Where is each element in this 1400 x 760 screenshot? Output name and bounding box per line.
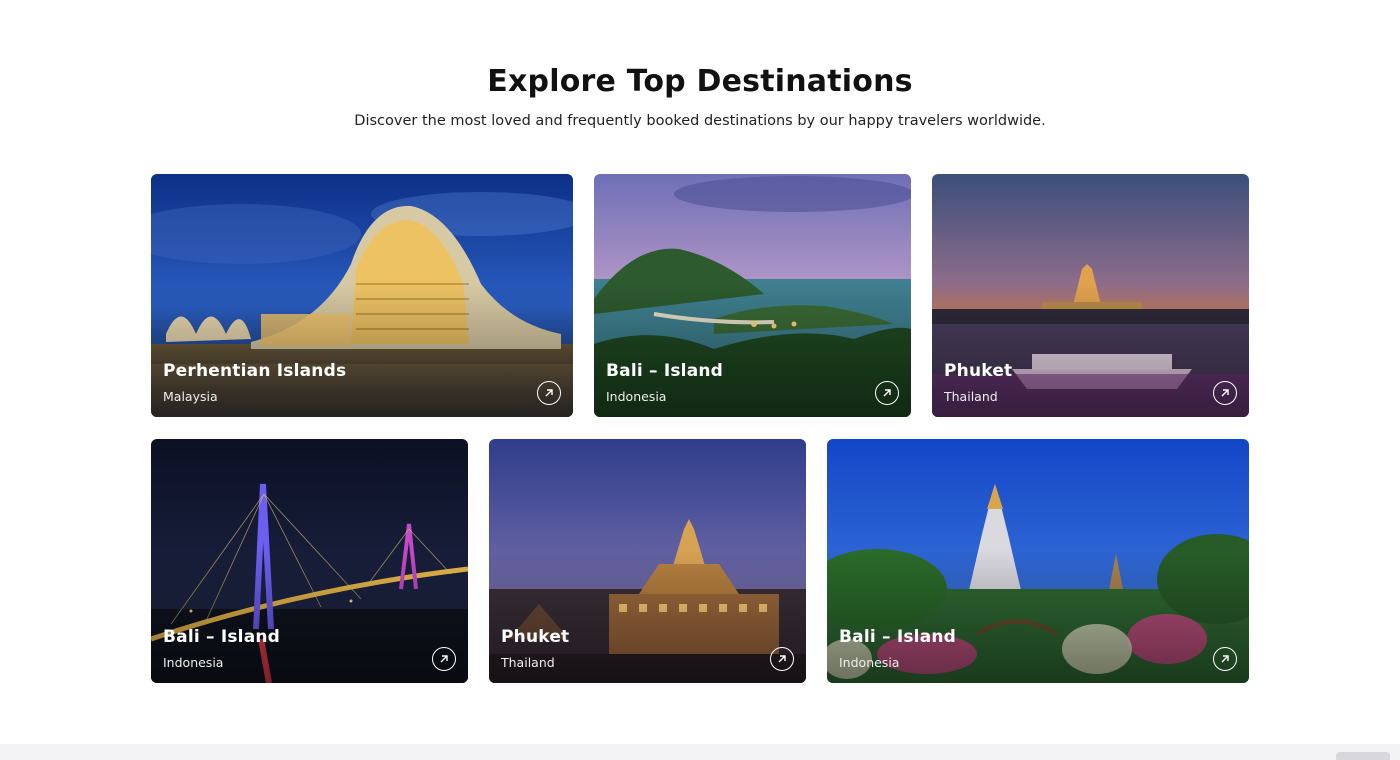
destination-card-5[interactable]: Phuket Thailand (489, 439, 806, 683)
destination-name: Bali – Island (163, 627, 281, 647)
destination-name: Phuket (501, 627, 570, 647)
destination-card-3[interactable]: Phuket Thailand (932, 174, 1249, 417)
arrow-up-right-icon[interactable] (1213, 381, 1237, 405)
destination-card-1[interactable]: Perhentian Islands Malaysia (151, 174, 573, 417)
destination-country: Indonesia (606, 389, 667, 404)
arrow-up-right-icon[interactable] (432, 647, 456, 671)
destination-card-6[interactable]: Bali – Island Indonesia (827, 439, 1249, 683)
destination-card-4[interactable]: Bali – Island Indonesia (151, 439, 468, 683)
section-title: Explore Top Destinations (487, 64, 913, 99)
destination-country: Indonesia (163, 655, 224, 670)
destination-card-2[interactable]: Bali – Island Indonesia (594, 174, 911, 417)
arrow-up-right-icon[interactable] (770, 647, 794, 671)
arrow-up-right-icon[interactable] (537, 381, 561, 405)
destination-name: Perhentian Islands (163, 361, 347, 381)
arrow-up-right-icon[interactable] (875, 381, 899, 405)
destination-country: Malaysia (163, 389, 218, 404)
destination-name: Bali – Island (839, 627, 957, 647)
section-subtitle: Discover the most loved and frequently b… (354, 113, 1046, 129)
scroll-top-button[interactable] (1336, 752, 1390, 760)
destination-country: Thailand (501, 655, 555, 670)
destination-country: Indonesia (839, 655, 900, 670)
destination-name: Bali – Island (606, 361, 724, 381)
arrow-up-right-icon[interactable] (1213, 647, 1237, 671)
destination-name: Phuket (944, 361, 1013, 381)
destination-country: Thailand (944, 389, 998, 404)
footer-strip (0, 744, 1400, 760)
